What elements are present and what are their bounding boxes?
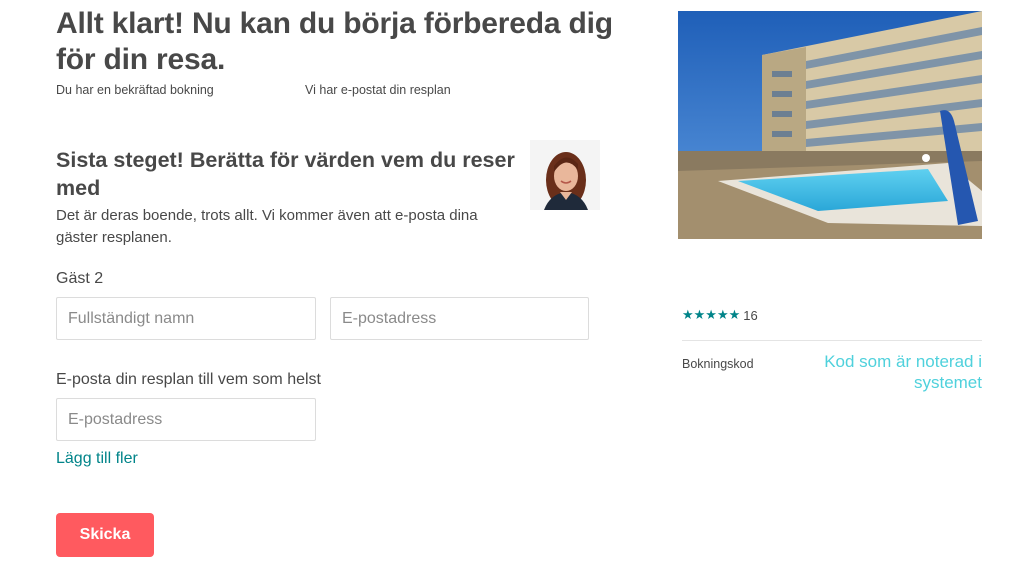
booking-code-label: Bokningskod — [682, 357, 754, 371]
listing-photo — [678, 11, 982, 239]
star-rating-icon: ★★★★★ — [682, 307, 741, 322]
guest-step-description: Det är deras boende, trots allt. Vi komm… — [56, 207, 478, 246]
itinerary-email-input[interactable] — [56, 398, 316, 441]
guest-name-input[interactable] — [56, 297, 316, 340]
listing-rating: ★★★★★ 16 — [682, 307, 758, 323]
host-avatar — [530, 140, 600, 210]
page-title: Allt klart! Nu kan du börja förbereda di… — [56, 7, 613, 76]
add-more-link[interactable]: Lägg till fler — [56, 450, 138, 468]
review-count: 16 — [743, 307, 758, 323]
status-email-text: Vi har e-postat din resplan — [305, 83, 451, 97]
guest-2-label: Gäst 2 — [56, 270, 104, 287]
guest-email-input[interactable] — [330, 297, 589, 340]
status-booking-text: Du har en bekräftad bokning — [56, 83, 214, 97]
divider — [682, 340, 982, 341]
booking-code-value: Kod som är noterad i systemet — [824, 352, 982, 392]
guest-step-title: Sista steget! Berätta för värden vem du … — [56, 148, 515, 200]
submit-button[interactable]: Skicka — [56, 513, 154, 557]
email-itinerary-label: E-posta din resplan till vem som helst — [56, 371, 321, 388]
